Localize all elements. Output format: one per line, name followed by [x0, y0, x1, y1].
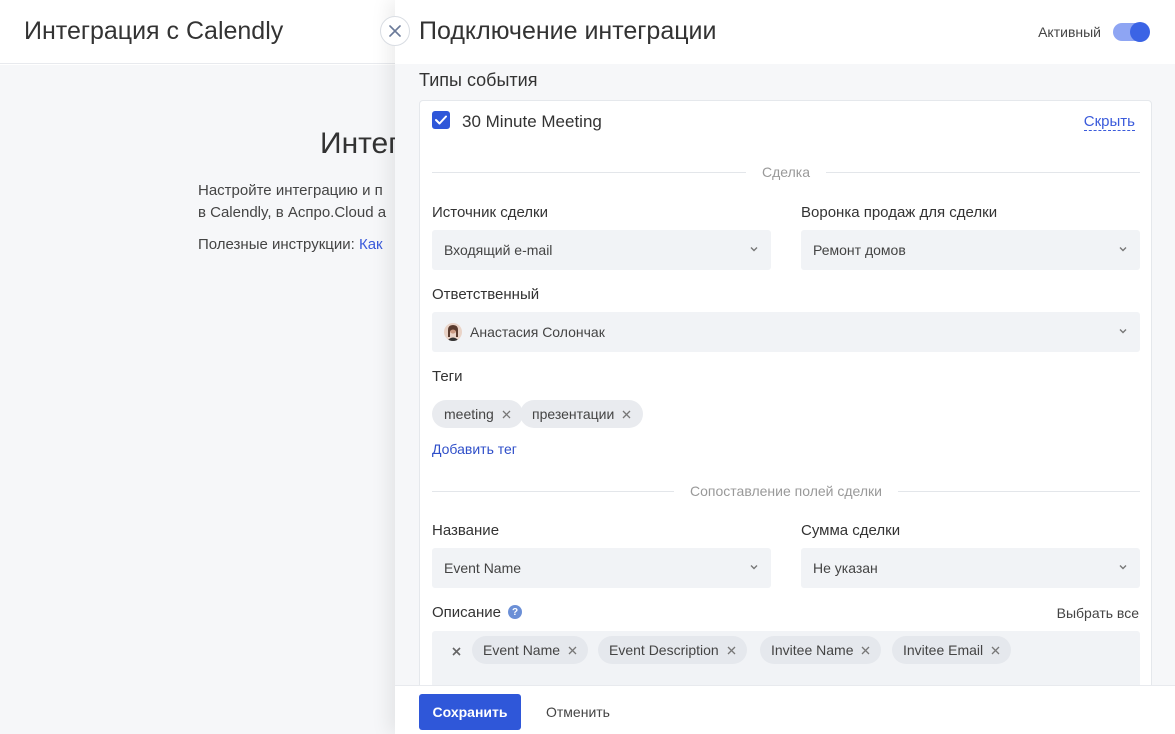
panel-footer: Сохранить Отменить [395, 685, 1175, 734]
remove-tag-icon[interactable] [622, 410, 631, 419]
chevron-down-icon [1119, 565, 1127, 570]
description-chip-label: Invitee Name [771, 642, 854, 658]
clear-all-icon[interactable] [452, 643, 461, 661]
instructions-label: Полезные инструкции: [198, 236, 359, 253]
mapping-divider: Сопоставление полей сделки [432, 481, 1140, 501]
description-label: Описание [432, 604, 502, 621]
add-tag-link[interactable]: Добавить тег [432, 441, 517, 457]
background-instructions: Полезные инструкции: Как [198, 234, 383, 256]
close-panel-button[interactable] [380, 16, 410, 46]
tag-chip: meeting [432, 400, 523, 428]
check-icon [435, 115, 447, 125]
background-text-line2: в Calendly, в Аспро.Cloud а [198, 204, 387, 221]
deal-amount-select-value: Не указан [813, 560, 878, 576]
tag-label: презентации [532, 406, 615, 422]
panel-title: Подключение интеграции [419, 17, 717, 45]
deal-divider-label: Сделка [762, 164, 810, 180]
description-chip-label: Invitee Email [903, 642, 984, 658]
tags-label: Теги [432, 368, 463, 385]
save-button[interactable]: Сохранить [419, 694, 521, 730]
remove-chip-icon[interactable] [861, 646, 870, 655]
deal-name-label: Название [432, 522, 500, 539]
deal-amount-select[interactable]: Не указан [801, 548, 1140, 588]
deal-divider: Сделка [432, 162, 1140, 182]
responsible-label: Ответственный [432, 286, 540, 303]
status-label: Активный [1038, 24, 1101, 40]
tag-label: meeting [444, 406, 494, 422]
tag-chip: презентации [520, 400, 644, 428]
hide-link[interactable]: Скрыть [1083, 113, 1135, 131]
chevron-down-icon [750, 565, 758, 570]
section-title-event-types: Типы события [419, 70, 538, 90]
responsible-select[interactable]: Анастасия Солончак [432, 312, 1140, 352]
description-chip: Invitee Name [760, 636, 882, 664]
funnel-select[interactable]: Ремонт домов [801, 230, 1140, 270]
funnel-select-value: Ремонт домов [813, 242, 906, 258]
remove-chip-icon[interactable] [727, 646, 736, 655]
source-label: Источник сделки [432, 204, 548, 221]
deal-amount-label: Сумма сделки [801, 522, 901, 539]
remove-tag-icon[interactable] [502, 410, 511, 419]
event-checkbox[interactable] [432, 111, 450, 129]
chevron-down-icon [750, 247, 758, 252]
background-heading: Интег [320, 127, 400, 160]
description-chip-label: Event Name [483, 642, 561, 658]
toggle-knob [1130, 22, 1150, 42]
integration-panel: Подключение интеграции Активный Типы соб… [395, 0, 1175, 734]
deal-name-select-value: Event Name [444, 560, 522, 576]
responsible-select-value: Анастасия Солончак [470, 324, 605, 340]
close-icon [389, 25, 401, 37]
deal-name-select[interactable]: Event Name [432, 548, 771, 588]
active-toggle[interactable] [1113, 22, 1150, 42]
event-name: 30 Minute Meeting [462, 112, 602, 131]
avatar [444, 323, 462, 341]
source-select[interactable]: Входящий e-mail [432, 230, 771, 270]
description-chip-label: Event Description [609, 642, 719, 658]
funnel-label: Воронка продаж для сделки [801, 204, 998, 221]
remove-chip-icon[interactable] [991, 646, 1000, 655]
select-all-link[interactable]: Выбрать все [1057, 605, 1139, 621]
source-select-value: Входящий e-mail [444, 242, 553, 258]
instructions-link[interactable]: Как [359, 236, 383, 253]
description-chip: Invitee Email [892, 636, 1012, 664]
remove-chip-icon[interactable] [568, 646, 577, 655]
help-icon[interactable]: ? [508, 605, 522, 619]
description-chip: Event Name [472, 636, 589, 664]
mapping-divider-label: Сопоставление полей сделки [690, 483, 882, 499]
cancel-button[interactable]: Отменить [546, 704, 610, 720]
description-chip: Event Description [598, 636, 747, 664]
background-text-line1: Настройте интеграцию и п [198, 182, 383, 199]
panel-header: Подключение интеграции Активный [395, 0, 1175, 64]
chevron-down-icon [1119, 247, 1127, 252]
chevron-down-icon [1119, 329, 1127, 334]
page-title: Интеграция с Calendly [24, 17, 284, 45]
event-type-card: 30 Minute Meeting Скрыть Сделка Источник… [419, 100, 1152, 721]
